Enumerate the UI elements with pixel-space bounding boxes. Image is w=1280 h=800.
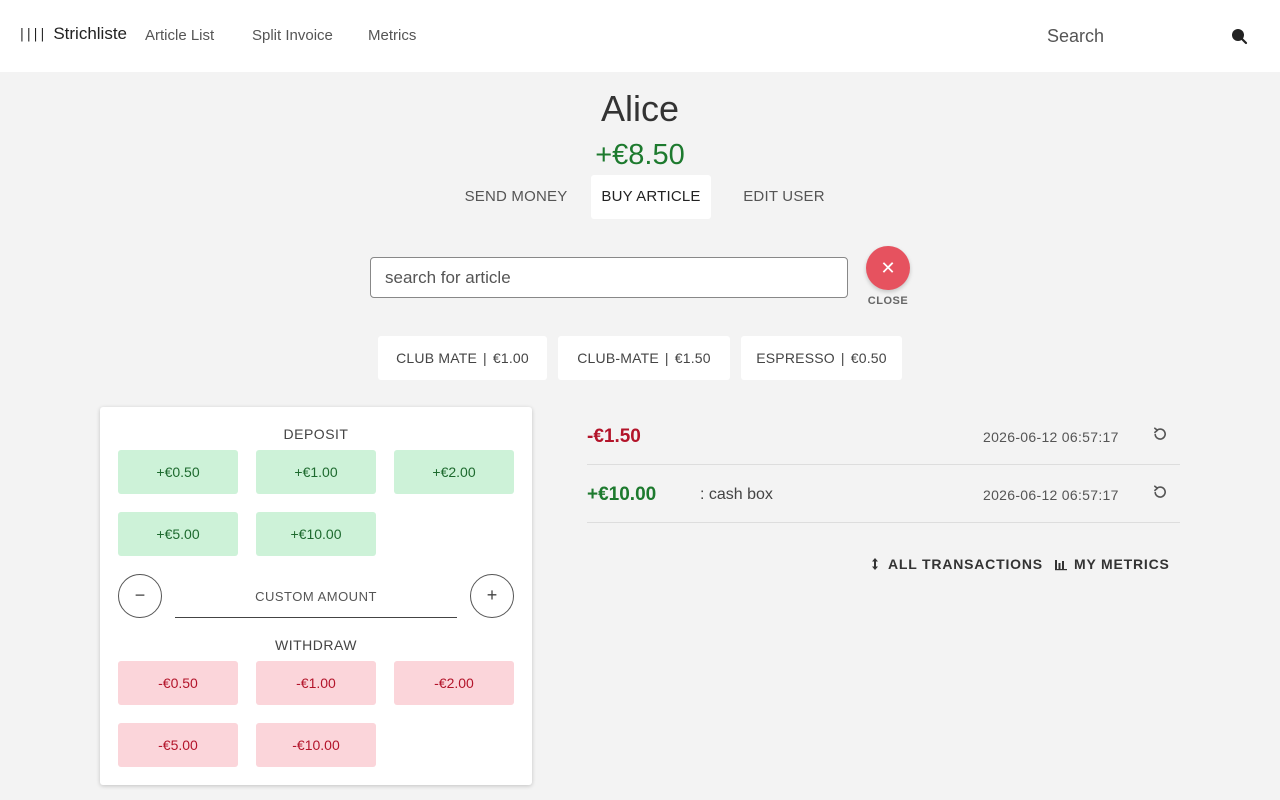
close-icon: ✕ bbox=[880, 258, 896, 278]
article-separator: | bbox=[664, 350, 669, 366]
article-separator: | bbox=[483, 350, 487, 366]
article-price: €0.50 bbox=[850, 350, 887, 366]
withdraw-button-10-00[interactable]: -€10.00 bbox=[256, 723, 376, 767]
all-transactions-label: ALL TRANSACTIONS bbox=[888, 556, 1043, 572]
undo-icon[interactable] bbox=[1151, 483, 1169, 501]
tally-icon: |||| bbox=[18, 26, 46, 42]
tab-buy-article[interactable]: BUY ARTICLE bbox=[591, 175, 711, 219]
deposit-title: DEPOSIT bbox=[283, 426, 349, 442]
article-club-mate[interactable]: CLUB MATE | €1.00 bbox=[378, 336, 547, 380]
article-search-input[interactable] bbox=[370, 257, 848, 298]
article-price: €1.00 bbox=[492, 350, 529, 366]
nav-split-invoice[interactable]: Split Invoice bbox=[252, 27, 333, 44]
brand-name: Strichliste bbox=[53, 24, 127, 43]
transaction-time: 2026-06-12 06:57:17 bbox=[983, 429, 1119, 445]
article-separator: | bbox=[840, 350, 845, 366]
my-metrics-label: MY METRICS bbox=[1074, 556, 1170, 572]
brand-link[interactable]: |||| Strichliste bbox=[18, 24, 127, 44]
withdraw-button-1-00[interactable]: -€1.00 bbox=[256, 661, 376, 705]
article-name: CLUB-MATE bbox=[577, 350, 659, 366]
withdraw-button-5-00[interactable]: -€5.00 bbox=[118, 723, 238, 767]
user-name: Alice bbox=[600, 88, 680, 129]
deposit-button-1-00[interactable]: +€1.00 bbox=[256, 450, 376, 494]
decrement-button[interactable]: − bbox=[118, 574, 162, 618]
user-balance: +€8.50 bbox=[595, 139, 685, 171]
bar-chart-icon bbox=[1055, 560, 1067, 571]
deposit-withdraw-card: DEPOSIT +€0.50 +€1.00 +€2.00 +€5.00 +€10… bbox=[100, 407, 532, 785]
withdraw-button-2-00[interactable]: -€2.00 bbox=[394, 661, 514, 705]
transaction-amount: +€10.00 bbox=[587, 484, 657, 505]
withdraw-title: WITHDRAW bbox=[274, 637, 358, 653]
nav-metrics[interactable]: Metrics bbox=[368, 27, 416, 44]
plus-icon: + bbox=[486, 585, 498, 605]
minus-icon: − bbox=[134, 585, 146, 605]
transaction-description: : cash box bbox=[700, 486, 773, 503]
increment-button[interactable]: + bbox=[470, 574, 514, 618]
deposit-button-10-00[interactable]: +€10.00 bbox=[256, 512, 376, 556]
article-name: CLUB MATE bbox=[396, 350, 477, 366]
deposit-button-0-50[interactable]: +€0.50 bbox=[118, 450, 238, 494]
article-espresso[interactable]: ESPRESSO | €0.50 bbox=[741, 336, 902, 380]
undo-icon[interactable] bbox=[1151, 425, 1169, 443]
tab-send-money[interactable]: SEND MONEY bbox=[458, 175, 574, 219]
search-icon[interactable] bbox=[1230, 27, 1248, 45]
withdraw-button-0-50[interactable]: -€0.50 bbox=[118, 661, 238, 705]
close-label: CLOSE bbox=[867, 295, 909, 307]
nav-article-list[interactable]: Article List bbox=[145, 27, 214, 44]
sort-arrows-icon bbox=[872, 558, 878, 570]
close-button[interactable]: ✕ bbox=[866, 246, 910, 290]
top-bar: |||| Strichliste Article List Split Invo… bbox=[0, 0, 1280, 72]
article-name: ESPRESSO bbox=[756, 350, 835, 366]
my-metrics-button[interactable]: MY METRICS bbox=[1054, 554, 1170, 574]
transaction-row: +€10.00 : cash box 2026-06-12 06:57:17 bbox=[587, 465, 1180, 523]
all-transactions-button[interactable]: ALL TRANSACTIONS bbox=[868, 554, 1043, 574]
custom-amount-input[interactable] bbox=[175, 576, 457, 618]
transaction-row: -€1.50 2026-06-12 06:57:17 bbox=[587, 407, 1180, 465]
transaction-time: 2026-06-12 06:57:17 bbox=[983, 487, 1119, 503]
search-input[interactable] bbox=[1040, 20, 1216, 52]
deposit-button-5-00[interactable]: +€5.00 bbox=[118, 512, 238, 556]
transaction-amount: -€1.50 bbox=[587, 426, 641, 447]
deposit-button-2-00[interactable]: +€2.00 bbox=[394, 450, 514, 494]
article-price: €1.50 bbox=[674, 350, 711, 366]
article-club-mate-2[interactable]: CLUB-MATE | €1.50 bbox=[558, 336, 730, 380]
tab-edit-user[interactable]: EDIT USER bbox=[737, 175, 831, 219]
